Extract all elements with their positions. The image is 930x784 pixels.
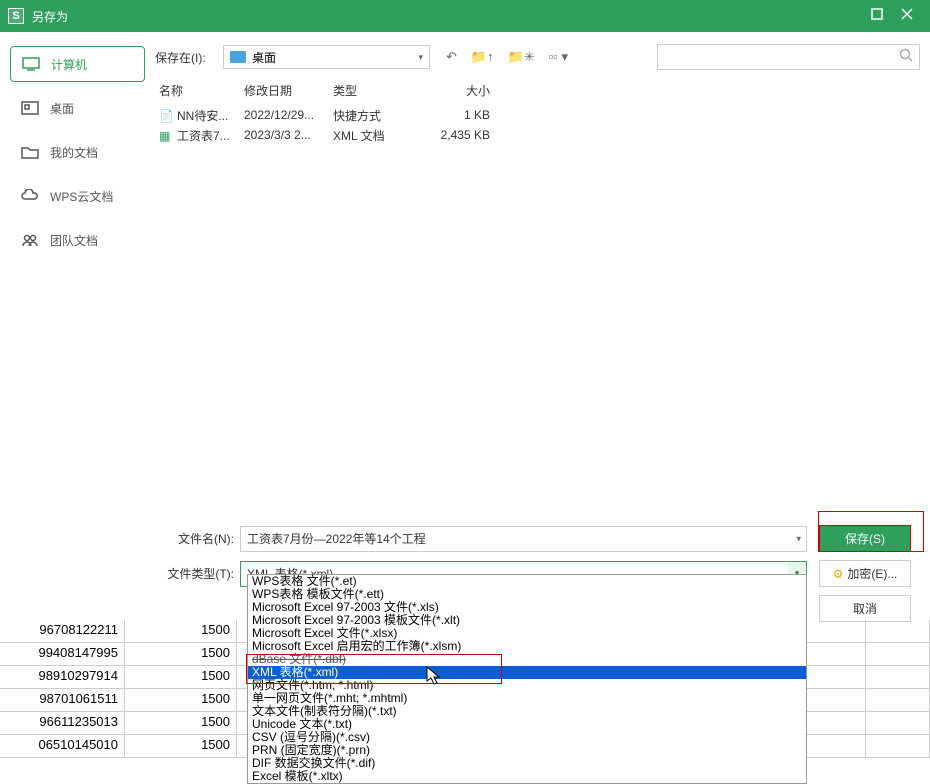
location-dropdown[interactable]: 桌面 ▾ (223, 45, 430, 69)
sidebar-item-label: 我的文档 (50, 144, 98, 161)
col-header-size[interactable]: 大小 (419, 80, 494, 101)
new-folder-button[interactable]: 📁✳ (508, 49, 535, 65)
desktop-icon (20, 100, 40, 116)
desktop-small-icon (230, 51, 246, 63)
folder-icon (20, 144, 40, 160)
col-header-type[interactable]: 类型 (329, 80, 419, 101)
sidebar-item-label: 计算机 (51, 56, 87, 73)
location-text: 桌面 (252, 49, 276, 66)
sidebar-item-label: 团队文档 (50, 232, 98, 249)
view-mode-button[interactable]: ▫▫ ▾ (549, 49, 568, 65)
lock-icon: ⚙ (833, 567, 844, 581)
chevron-down-icon: ▾ (418, 52, 423, 63)
window-title: 另存为 (32, 8, 862, 25)
file-row[interactable]: 📄NN待安... 2022/12/29... 快捷方式 1 KB (155, 105, 920, 125)
search-input[interactable] (664, 50, 899, 64)
monitor-icon (21, 56, 41, 72)
app-logo-icon: S (8, 8, 24, 24)
team-icon (20, 232, 40, 248)
maximize-button[interactable] (862, 7, 892, 25)
filetype-options-list[interactable]: WPS表格 文件(*.et)WPS表格 模板文件(*.ett)Microsoft… (247, 574, 807, 784)
save-in-label: 保存在(I): (155, 49, 215, 66)
up-folder-button[interactable]: 📁↑ (471, 49, 494, 65)
filename-input[interactable] (240, 526, 807, 552)
sidebar-item-label: WPS云文档 (50, 188, 113, 205)
cloud-icon (20, 188, 40, 204)
titlebar: S 另存为 (0, 0, 930, 32)
col-header-date[interactable]: 修改日期 (240, 80, 329, 101)
shortcut-icon: 📄 (159, 109, 175, 123)
sidebar-item-team[interactable]: 团队文档 (10, 222, 145, 258)
sidebar-item-label: 桌面 (50, 100, 74, 117)
col-header-name[interactable]: 名称 (155, 80, 240, 101)
sidebar-item-mydocs[interactable]: 我的文档 (10, 134, 145, 170)
sidebar-item-computer[interactable]: 计算机 (10, 46, 145, 82)
search-box[interactable] (657, 44, 920, 70)
close-button[interactable] (892, 7, 922, 25)
filename-label: 文件名(N): (0, 530, 240, 547)
cancel-button[interactable]: 取消 (819, 595, 911, 622)
search-icon (899, 48, 913, 67)
save-button[interactable]: 保存(S) (819, 525, 911, 552)
filetype-label: 文件类型(T): (0, 565, 240, 582)
sidebar-item-wpscloud[interactable]: WPS云文档 (10, 178, 145, 214)
encrypt-button[interactable]: ⚙ 加密(E)... (819, 560, 911, 587)
file-row[interactable]: ▦工资表7... 2023/3/3 2... XML 文档 2,435 KB (155, 125, 920, 145)
chevron-down-icon[interactable]: ▾ (796, 533, 801, 544)
file-list-header: 名称 修改日期 类型 大小 (155, 78, 920, 105)
sidebar-item-desktop[interactable]: 桌面 (10, 90, 145, 126)
back-button[interactable]: ↶ (446, 49, 457, 65)
xml-file-icon: ▦ (159, 129, 175, 143)
